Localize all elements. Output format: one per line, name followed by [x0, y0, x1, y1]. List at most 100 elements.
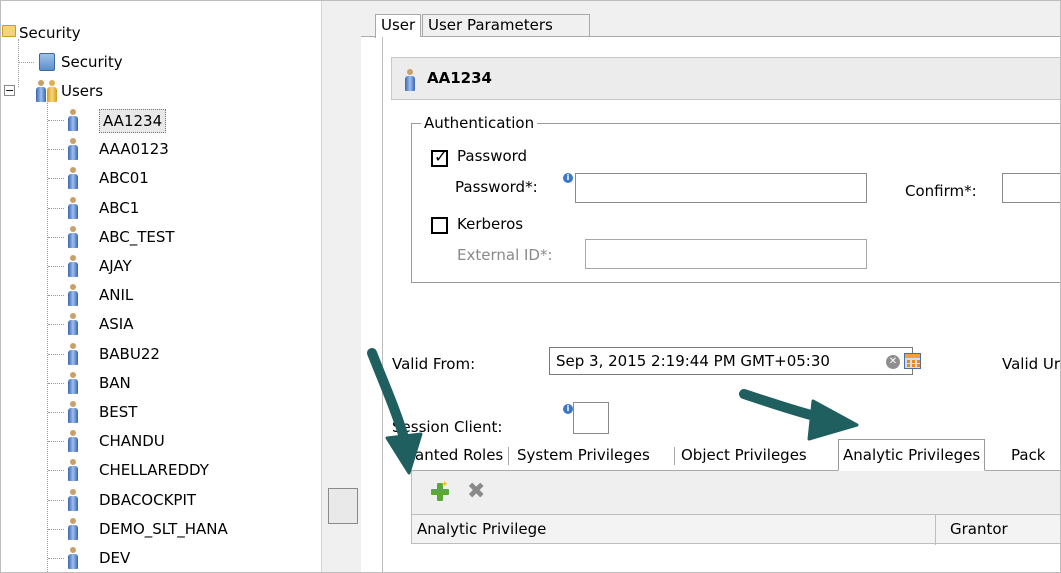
tree-node-label: DEMO_SLT_HANA [99, 519, 228, 538]
user-icon [67, 401, 79, 423]
external-id-input[interactable] [585, 239, 867, 269]
password-input[interactable] [575, 173, 867, 203]
tab-object-privileges[interactable]: Object Privileges [677, 443, 811, 469]
tree-node-label: Security [19, 24, 81, 42]
tab-separator [674, 447, 675, 465]
info-icon: i [563, 404, 573, 414]
tree-connector [48, 441, 64, 443]
tree-connector [48, 236, 64, 238]
tree-node-label: ABC01 [99, 169, 149, 188]
tree-connector [48, 207, 64, 209]
user-icon [67, 517, 79, 540]
privileges-tab-bar: anted Roles System Privileges Object Pri… [411, 433, 1060, 471]
tree-node-label: ABC1 [99, 198, 140, 217]
user-icon [67, 196, 79, 219]
user-icon [67, 313, 79, 336]
user-icon [67, 167, 79, 190]
tree-connector [48, 295, 64, 297]
tree-node-label: CHANDU [99, 432, 165, 451]
collapse-toggle-icon[interactable]: − [4, 85, 15, 96]
tree-node-label: BAN [99, 373, 131, 392]
tree-node-label: CHELLAREDDY [99, 461, 209, 480]
tree-node-label: DEV [99, 549, 131, 567]
valid-until-label: Valid Ur [1002, 355, 1061, 373]
folder-open-icon [2, 25, 16, 37]
user-icon [67, 225, 79, 248]
external-id-label: External ID*: [457, 246, 553, 264]
tree-connector [47, 101, 48, 572]
session-client-input[interactable] [573, 402, 609, 434]
valid-from-value: Sep 3, 2015 2:19:44 PM GMT+05:30 [556, 352, 830, 370]
user-icon [67, 342, 79, 365]
clear-icon[interactable]: ✕ [886, 355, 900, 369]
tab-granted-roles[interactable]: anted Roles [411, 443, 507, 469]
tab-system-privileges[interactable]: System Privileges [513, 443, 654, 469]
tree-connector [48, 382, 64, 384]
tree-connector [48, 178, 64, 180]
tree-node-label: BABU22 [99, 344, 160, 363]
tree-connector [48, 558, 64, 559]
user-icon [67, 284, 79, 307]
confirm-field-label: Confirm*: [905, 182, 977, 200]
user-icon [67, 459, 79, 482]
tree-connector [48, 499, 64, 501]
tab-package-privileges[interactable]: Pack [1007, 443, 1050, 469]
user-header: AA1234 [391, 57, 1060, 100]
tree-connector [48, 266, 64, 267]
calendar-icon[interactable] [904, 353, 921, 369]
tree-node-label: ASIA [99, 315, 134, 334]
add-icon[interactable]: ✦ [431, 480, 449, 501]
user-name-title: AA1234 [427, 69, 492, 87]
tree-node-label: AJAY [99, 257, 132, 275]
tab-user-parameters[interactable]: User Parameters [422, 14, 590, 37]
window-frame: Security Security − Users AA1234 AAA0123 A… [0, 0, 1061, 573]
tree-connector [48, 528, 64, 530]
user-editor: User User Parameters AA1234 Authenticati… [361, 1, 1061, 572]
tree-node-label: BEST [99, 403, 138, 421]
tree-connector [48, 412, 64, 413]
password-field-label: Password*: [455, 178, 538, 196]
tree-connector [18, 62, 34, 63]
tab-user[interactable]: User [375, 14, 422, 38]
user-icon [67, 488, 79, 511]
tree-connector [48, 120, 64, 121]
password-checkbox[interactable]: ✓ [431, 147, 448, 167]
user-icon [67, 430, 79, 453]
users-group-icon [35, 80, 59, 102]
scrollbar-thumb[interactable] [328, 488, 358, 524]
user-icon [67, 371, 79, 394]
user-icon [67, 138, 79, 161]
privileges-table-header: Analytic Privilege Grantor [411, 514, 1060, 545]
security-tree: Security Security − Users AA1234 AAA0123 A… [1, 1, 321, 572]
user-icon [404, 69, 416, 91]
editor-tab-bar: User User Parameters [361, 1, 1060, 38]
tree-connector [18, 39, 19, 87]
user-icon [67, 547, 79, 569]
valid-from-input[interactable]: Sep 3, 2015 2:19:44 PM GMT+05:30 ✕ [549, 347, 921, 375]
privileges-toolbar: ✦ ✖ [411, 471, 1060, 514]
tree-connector [48, 470, 64, 472]
tree-scrollbar[interactable] [321, 1, 361, 572]
column-separator[interactable] [935, 515, 936, 545]
user-icon [67, 255, 79, 277]
delete-icon[interactable]: ✖ [467, 479, 485, 504]
authentication-legend: Authentication [421, 114, 538, 132]
column-header-analytic-privilege[interactable]: Analytic Privilege [417, 520, 546, 538]
confirm-input[interactable] [1002, 173, 1060, 203]
kerberos-checkbox[interactable] [431, 217, 448, 234]
tree-node-label: Security [61, 53, 123, 71]
user-icon [67, 109, 79, 131]
column-header-grantor[interactable]: Grantor [950, 520, 1008, 538]
password-checkbox-label: Password [457, 147, 528, 165]
info-icon: i [563, 173, 573, 183]
tree-node-label: Users [61, 82, 104, 100]
valid-from-label: Valid From: [392, 355, 476, 373]
tree-node-label: ABC_TEST [99, 227, 175, 246]
tree-node-label: ANIL [99, 286, 134, 305]
tree-connector [48, 324, 64, 326]
tree-connector [48, 353, 64, 355]
tree-node-label: DBACOCKPIT [99, 490, 197, 509]
tab-analytic-privileges[interactable]: Analytic Privileges [838, 439, 986, 471]
tree-node-label: AA1234 [99, 109, 167, 133]
user-editor-content: AA1234 Authentication ✓ Password Passwor… [382, 37, 1061, 572]
